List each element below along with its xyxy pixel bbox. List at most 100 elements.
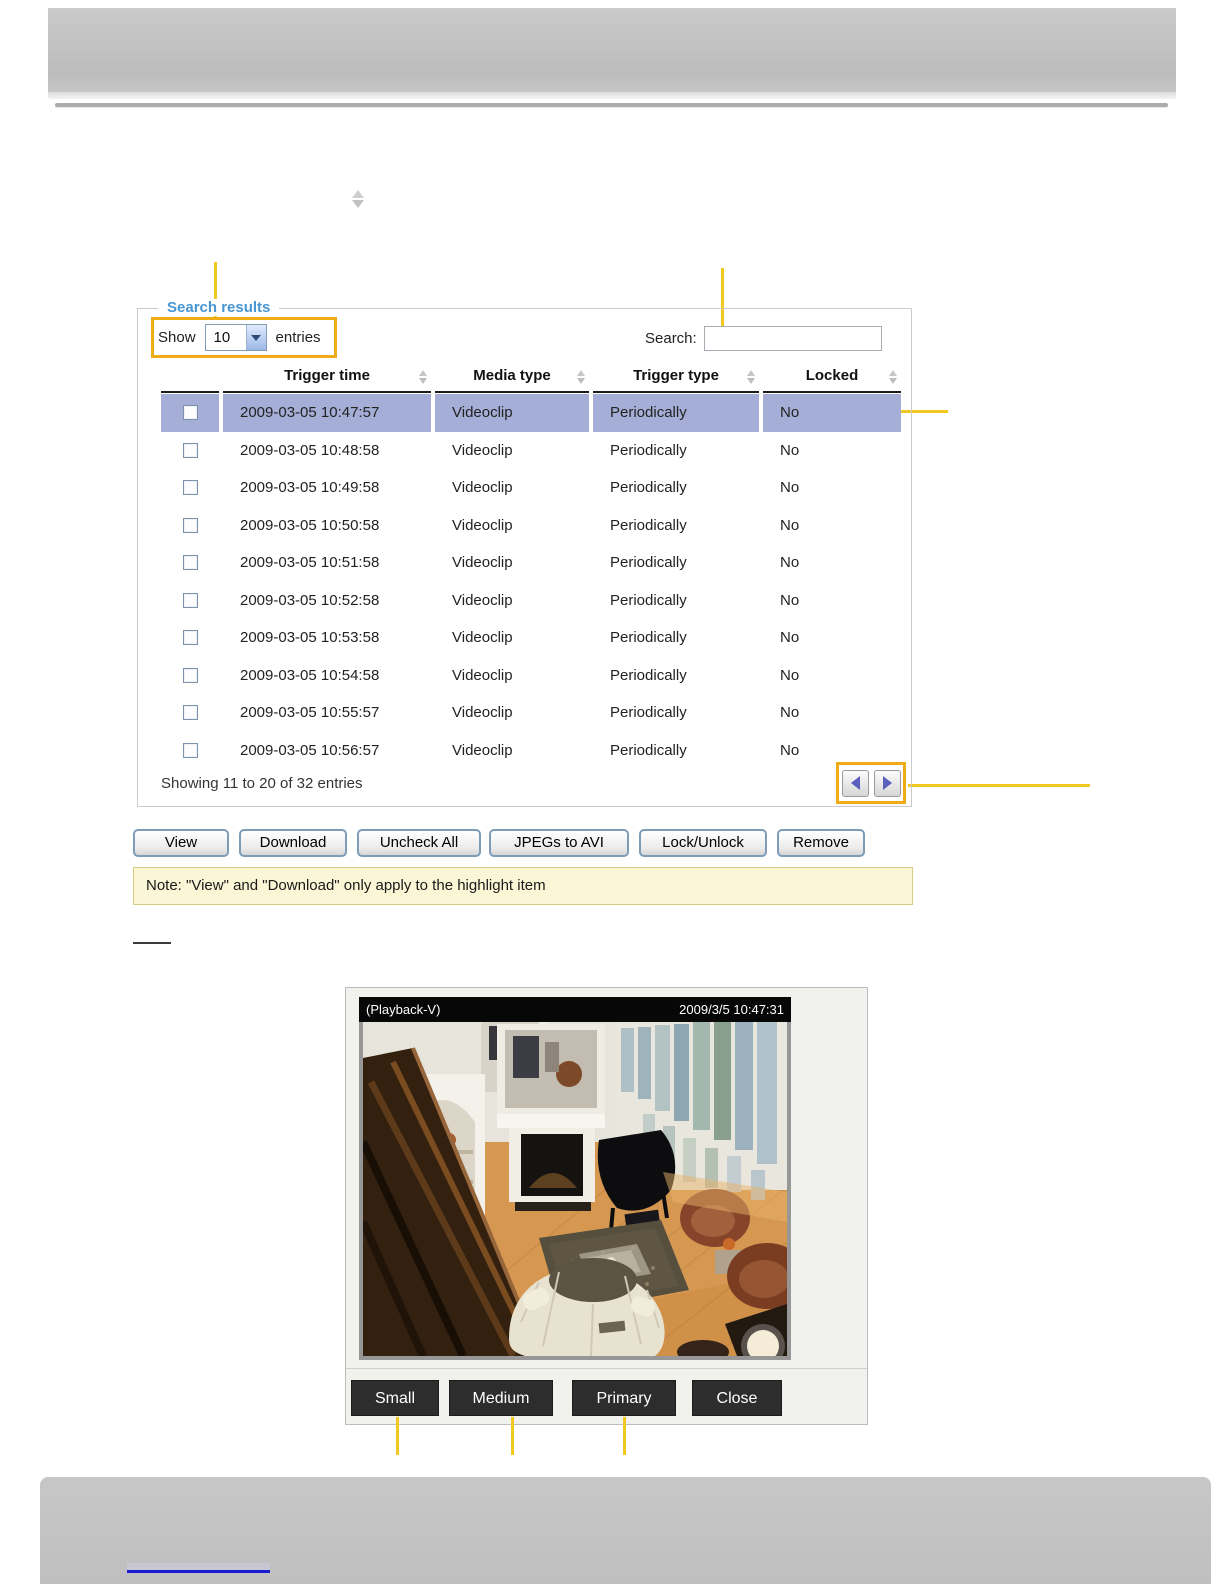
row-checkbox[interactable]	[182, 592, 198, 608]
primary-button[interactable]: Primary	[572, 1380, 676, 1416]
table-row[interactable]: 2009-03-05 10:47:57 Videoclip Periodically…	[161, 394, 901, 432]
note-bar: Note: "View" and "Download" only apply t…	[133, 867, 913, 905]
media-type-cell: Videoclip	[452, 591, 513, 609]
playback-title: (Playback-V)	[366, 1002, 441, 1017]
row-checkbox[interactable]	[182, 667, 198, 683]
lock-unlock-button[interactable]: Lock/Unlock	[639, 829, 767, 857]
row-checkbox[interactable]	[182, 480, 198, 496]
checkbox-cell	[161, 582, 219, 620]
sort-icon[interactable]	[577, 370, 585, 384]
trigger-time-cell: 2009-03-05 10:55:57	[240, 704, 380, 722]
locked-cell: No	[780, 629, 800, 647]
row-checkbox[interactable]	[182, 517, 198, 533]
view-button[interactable]: View	[133, 829, 229, 857]
locked-cell: No	[763, 394, 901, 432]
sort-icon[interactable]	[747, 370, 755, 384]
callout-line-small	[396, 1417, 399, 1455]
trigger-type-cell: Periodically	[610, 704, 687, 722]
column-header-trigger-time[interactable]: Trigger time	[223, 363, 431, 391]
trigger-time-cell: 2009-03-05 10:47:57	[223, 394, 431, 432]
media-type-cell: Videoclip	[452, 554, 513, 572]
callout-box-show-entries	[151, 317, 337, 358]
header-divider-line	[55, 103, 1168, 107]
trigger-type-cell: Periodically	[610, 666, 687, 684]
locked-cell: No	[780, 666, 800, 684]
trigger-type-cell: Periodically	[610, 741, 687, 759]
uncheck-all-button[interactable]: Uncheck All	[357, 829, 481, 857]
row-checkbox[interactable]	[182, 442, 198, 458]
table-row[interactable]: 2009-03-05 10:55:57 Videoclip Periodically…	[161, 694, 901, 732]
playback-panel: (Playback-V) 2009/3/5 10:47:31 Small Med…	[345, 987, 868, 1425]
previous-page-button[interactable]	[841, 769, 869, 797]
checkbox-cell	[161, 544, 219, 582]
callout-line-pagination	[908, 784, 1090, 787]
table-row[interactable]: 2009-03-05 10:54:58 Videoclip Periodically…	[161, 657, 901, 695]
download-button[interactable]: Download	[239, 829, 347, 857]
checkbox-cell	[161, 657, 219, 695]
table-row[interactable]: 2009-03-05 10:52:58 Videoclip Periodically…	[161, 582, 901, 620]
row-checkbox[interactable]	[182, 705, 198, 721]
locked-cell: No	[780, 554, 800, 572]
trigger-type-cell: Periodically	[610, 554, 687, 572]
locked-cell: No	[780, 516, 800, 534]
search-label: Search:	[645, 330, 697, 347]
trigger-time-cell: 2009-03-05 10:50:58	[240, 516, 380, 534]
callout-line-primary	[623, 1417, 626, 1455]
search-input[interactable]	[703, 326, 882, 351]
trigger-type-cell: Periodically	[610, 516, 687, 534]
cropped-text-underline	[133, 942, 171, 944]
table-row[interactable]: 2009-03-05 10:50:58 Videoclip Periodically…	[161, 507, 901, 545]
column-header-locked[interactable]: Locked	[763, 363, 901, 391]
locked-cell: No	[780, 591, 800, 609]
trigger-type-cell: Periodically	[610, 591, 687, 609]
search-control: Search:	[645, 326, 882, 351]
close-button[interactable]: Close	[692, 1380, 782, 1416]
table-row[interactable]: 2009-03-05 10:48:58 Videoclip Periodically…	[161, 432, 901, 470]
trigger-time-cell: 2009-03-05 10:49:58	[240, 479, 380, 497]
table-row[interactable]: 2009-03-05 10:56:57 Videoclip Periodically…	[161, 732, 901, 770]
remove-button[interactable]: Remove	[777, 829, 865, 857]
page-header-band	[48, 8, 1176, 92]
small-button[interactable]: Small	[351, 1380, 439, 1416]
search-results-panel: Search results Show 10 entries Search: T…	[137, 299, 912, 807]
playback-video-frame	[359, 1022, 807, 1368]
trigger-type-cell: Periodically	[610, 629, 687, 647]
medium-button[interactable]: Medium	[449, 1380, 553, 1416]
media-type-cell: Videoclip	[452, 704, 513, 722]
living-room-camera-image	[359, 1022, 807, 1368]
table-row[interactable]: 2009-03-05 10:49:58 Videoclip Periodically…	[161, 469, 901, 507]
trigger-type-cell: Periodically	[610, 479, 687, 497]
checkbox-cell	[161, 394, 219, 432]
trigger-time-cell: 2009-03-05 10:51:58	[240, 554, 380, 572]
column-header-media-type[interactable]: Media type	[435, 363, 589, 391]
media-type-cell: Videoclip	[452, 479, 513, 497]
footer-link-underline[interactable]	[127, 1563, 270, 1573]
table-row[interactable]: 2009-03-05 10:51:58 Videoclip Periodically…	[161, 544, 901, 582]
row-checkbox[interactable]	[182, 630, 198, 646]
trigger-time-cell: 2009-03-05 10:54:58	[240, 666, 380, 684]
row-checkbox[interactable]	[182, 555, 198, 571]
row-checkbox[interactable]	[182, 405, 198, 421]
locked-cell: No	[780, 704, 800, 722]
checkbox-cell	[161, 432, 219, 470]
sort-arrows-illustration	[352, 190, 364, 208]
row-checkbox[interactable]	[182, 742, 198, 758]
locked-cell: No	[780, 479, 800, 497]
sort-up-icon	[352, 190, 364, 198]
next-page-button[interactable]	[873, 769, 901, 797]
table-row[interactable]: 2009-03-05 10:53:58 Videoclip Periodically…	[161, 619, 901, 657]
panel-legend: Search results	[158, 299, 280, 316]
media-type-cell: Videoclip	[452, 629, 513, 647]
media-type-cell: Videoclip	[452, 666, 513, 684]
playback-button-strip: Small Medium Primary Close	[346, 1368, 867, 1425]
arrow-right-icon	[882, 776, 892, 790]
sort-icon[interactable]	[419, 370, 427, 384]
jpegs-to-avi-button[interactable]: JPEGs to AVI	[489, 829, 629, 857]
checkbox-cell	[161, 732, 219, 770]
media-type-cell: Videoclip	[452, 441, 513, 459]
checkbox-cell	[161, 619, 219, 657]
column-header-trigger-type[interactable]: Trigger type	[593, 363, 759, 391]
playback-title-bar: (Playback-V) 2009/3/5 10:47:31	[359, 997, 791, 1022]
checkbox-column-header	[161, 363, 219, 391]
sort-icon[interactable]	[889, 370, 897, 384]
